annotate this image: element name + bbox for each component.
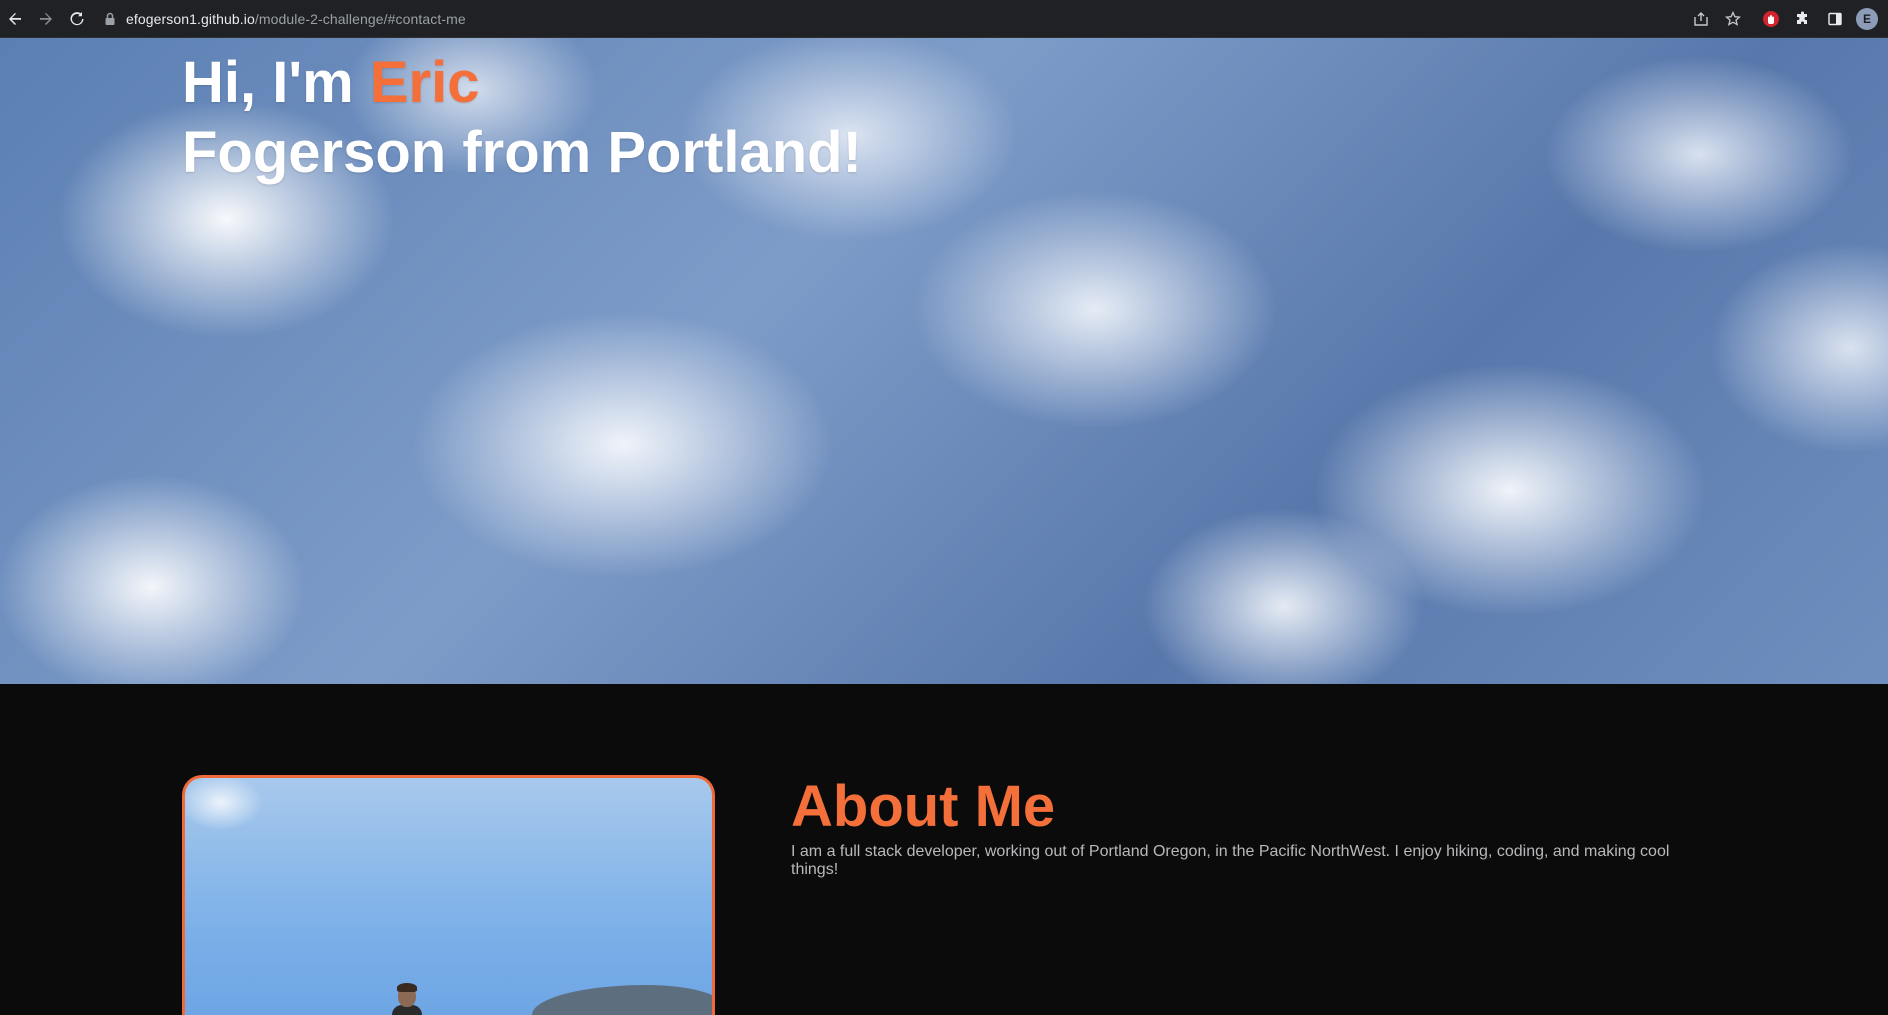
extension-button[interactable]: [1760, 8, 1782, 30]
about-description: I am a full stack developer, working out…: [791, 843, 1670, 878]
side-panel-button[interactable]: [1824, 8, 1846, 30]
forward-arrow-icon: [40, 13, 52, 25]
profile-avatar[interactable]: E: [1856, 8, 1878, 30]
back-arrow-icon: [9, 13, 21, 25]
url-host: efogerson1.github.io: [126, 11, 255, 27]
about-section: About Me I am a full stack developer, wo…: [0, 684, 1888, 1015]
sidebar-icon: [1828, 12, 1842, 26]
lock-icon: [105, 12, 115, 25]
reload-icon: [70, 12, 84, 26]
reload-button[interactable]: [62, 4, 92, 34]
photo-cloud: [185, 778, 275, 848]
toolbar-right-icons: E: [1690, 4, 1878, 34]
extension-red-icon: [1763, 11, 1779, 27]
photo-hill: [532, 985, 712, 1015]
hero-line-2: Fogerson from Portland!: [182, 120, 862, 185]
puzzle-icon: [1797, 11, 1807, 24]
back-button[interactable]: [0, 4, 30, 34]
hero-title: Hi, I'm Eric Fogerson from Portland!: [182, 48, 862, 188]
hero-first-name: Eric: [369, 50, 480, 115]
bookmark-button[interactable]: [1722, 8, 1744, 30]
profile-photo: [182, 775, 715, 1015]
star-icon: [1725, 11, 1741, 26]
forward-button[interactable]: [31, 4, 61, 34]
browser-toolbar: efogerson1.github.io/module-2-challenge/…: [0, 0, 1888, 38]
extensions-menu-button[interactable]: [1792, 8, 1814, 30]
about-heading: About Me: [791, 774, 1056, 839]
url-text: efogerson1.github.io/module-2-challenge/…: [126, 11, 466, 27]
hero-banner: Hi, I'm Eric Fogerson from Portland!: [0, 38, 1888, 684]
share-icon: [1694, 12, 1708, 26]
share-button[interactable]: [1690, 8, 1712, 30]
address-bar[interactable]: efogerson1.github.io/module-2-challenge/…: [104, 5, 1684, 33]
photo-person: [392, 983, 422, 1015]
url-path: /module-2-challenge/#contact-me: [254, 11, 466, 27]
hero-greeting: Hi, I'm: [182, 50, 370, 115]
